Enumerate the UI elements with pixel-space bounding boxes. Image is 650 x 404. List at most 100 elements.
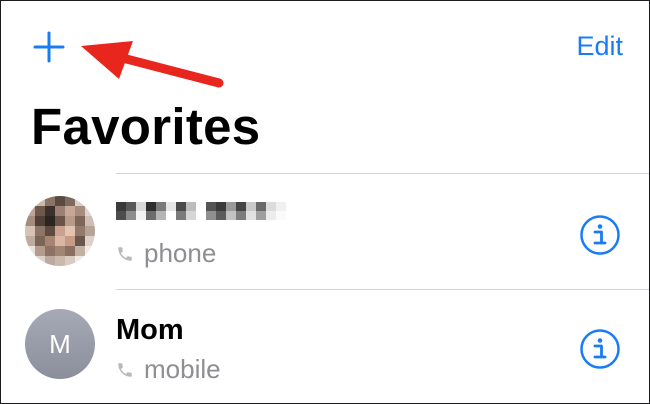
name-pixel (196, 202, 206, 211)
avatar-pixel (55, 216, 65, 226)
avatar-pixel (65, 196, 75, 206)
avatar-pixel (55, 206, 65, 216)
phone-icon (118, 362, 132, 377)
name-pixel (256, 211, 266, 220)
avatar-pixel (35, 246, 45, 256)
avatar-pixel (55, 256, 65, 266)
name-pixel (276, 211, 286, 220)
avatar-pixel (85, 236, 95, 246)
favorite-row[interactable]: M Mom mobile (1, 290, 649, 403)
name-pixel (256, 202, 266, 211)
name-pixel (116, 202, 126, 211)
favorite-row[interactable]: phone (1, 174, 649, 288)
avatar-pixel (65, 206, 75, 216)
avatar-pixel (85, 256, 95, 266)
avatar-pixel (35, 196, 45, 206)
name-pixel (156, 211, 166, 220)
name-pixel (186, 211, 196, 220)
name-pixel (216, 211, 226, 220)
avatar-pixel (25, 206, 35, 216)
avatar-pixel (75, 236, 85, 246)
info-button[interactable] (579, 214, 621, 256)
avatar-pixel (85, 196, 95, 206)
avatar-pixel (65, 256, 75, 266)
annotation-arrow (81, 41, 224, 88)
name-pixel (156, 202, 166, 211)
name-pixel (146, 202, 156, 211)
phone-icon (118, 246, 132, 261)
avatar-pixel (45, 226, 55, 236)
contact-name: Mom (116, 314, 184, 346)
name-pixel (136, 202, 146, 211)
avatar-pixel (45, 246, 55, 256)
name-pixel (246, 202, 256, 211)
info-icon (580, 215, 620, 255)
name-pixel (136, 211, 146, 220)
avatar-pixel (25, 256, 35, 266)
avatar-pixel (25, 216, 35, 226)
avatar-pixel (85, 206, 95, 216)
avatar-pixel (65, 226, 75, 236)
avatar-pixel (85, 226, 95, 236)
name-pixel (206, 202, 216, 211)
avatar-pixel (25, 226, 35, 236)
name-pixel (226, 211, 236, 220)
avatar-pixel (25, 246, 35, 256)
avatar-pixel (35, 236, 45, 246)
name-pixel (126, 211, 136, 220)
name-pixel (276, 202, 286, 211)
avatar-pixel (75, 226, 85, 236)
name-pixel (266, 211, 276, 220)
avatar-pixel (85, 246, 95, 256)
avatar-pixel (45, 206, 55, 216)
avatar-pixel (55, 246, 65, 256)
name-pixel (176, 202, 186, 211)
name-pixel (206, 211, 216, 220)
name-pixel (236, 202, 246, 211)
avatar-pixel (35, 226, 45, 236)
avatar-pixel (65, 216, 75, 226)
name-pixel (166, 202, 176, 211)
avatar-pixel (65, 246, 75, 256)
name-pixel (126, 202, 136, 211)
avatar-pixel (25, 236, 35, 246)
avatar-pixel (75, 196, 85, 206)
page-title: Favorites (31, 98, 261, 155)
name-pixel (146, 211, 156, 220)
favorites-screen: Edit Favorites phone M Mom mobile (0, 0, 650, 404)
avatar-pixel (35, 256, 45, 266)
avatar-pixel (55, 236, 65, 246)
name-pixel (116, 211, 126, 220)
info-button[interactable] (579, 328, 621, 370)
avatar (25, 196, 95, 266)
name-pixel (236, 211, 246, 220)
avatar-pixel (75, 256, 85, 266)
avatar-initial: M (49, 328, 71, 359)
avatar-pixel (45, 216, 55, 226)
add-favorite-button[interactable] (31, 29, 67, 65)
plus-icon (33, 31, 65, 63)
info-icon (580, 329, 620, 369)
avatar-pixel (65, 236, 75, 246)
contact-subtitle-label: phone (144, 238, 217, 268)
avatar-pixel (45, 236, 55, 246)
edit-button[interactable]: Edit (576, 31, 623, 62)
contact-subtitle: mobile (116, 354, 221, 385)
contact-subtitle: phone (116, 238, 216, 269)
name-pixel (176, 211, 186, 220)
avatar-pixel (85, 216, 95, 226)
avatar-pixel (35, 206, 45, 216)
name-pixel (166, 211, 176, 220)
avatar: M (25, 309, 95, 379)
avatar-pixel (35, 216, 45, 226)
avatar-pixel (55, 226, 65, 236)
avatar-pixel (75, 216, 85, 226)
name-pixel (186, 202, 196, 211)
avatar-pixel (25, 196, 35, 206)
avatar-pixel (55, 196, 65, 206)
name-pixel (216, 202, 226, 211)
contact-name-pixelated (116, 202, 286, 220)
avatar-pixel (45, 196, 55, 206)
name-pixel (226, 202, 236, 211)
name-pixel (196, 211, 206, 220)
